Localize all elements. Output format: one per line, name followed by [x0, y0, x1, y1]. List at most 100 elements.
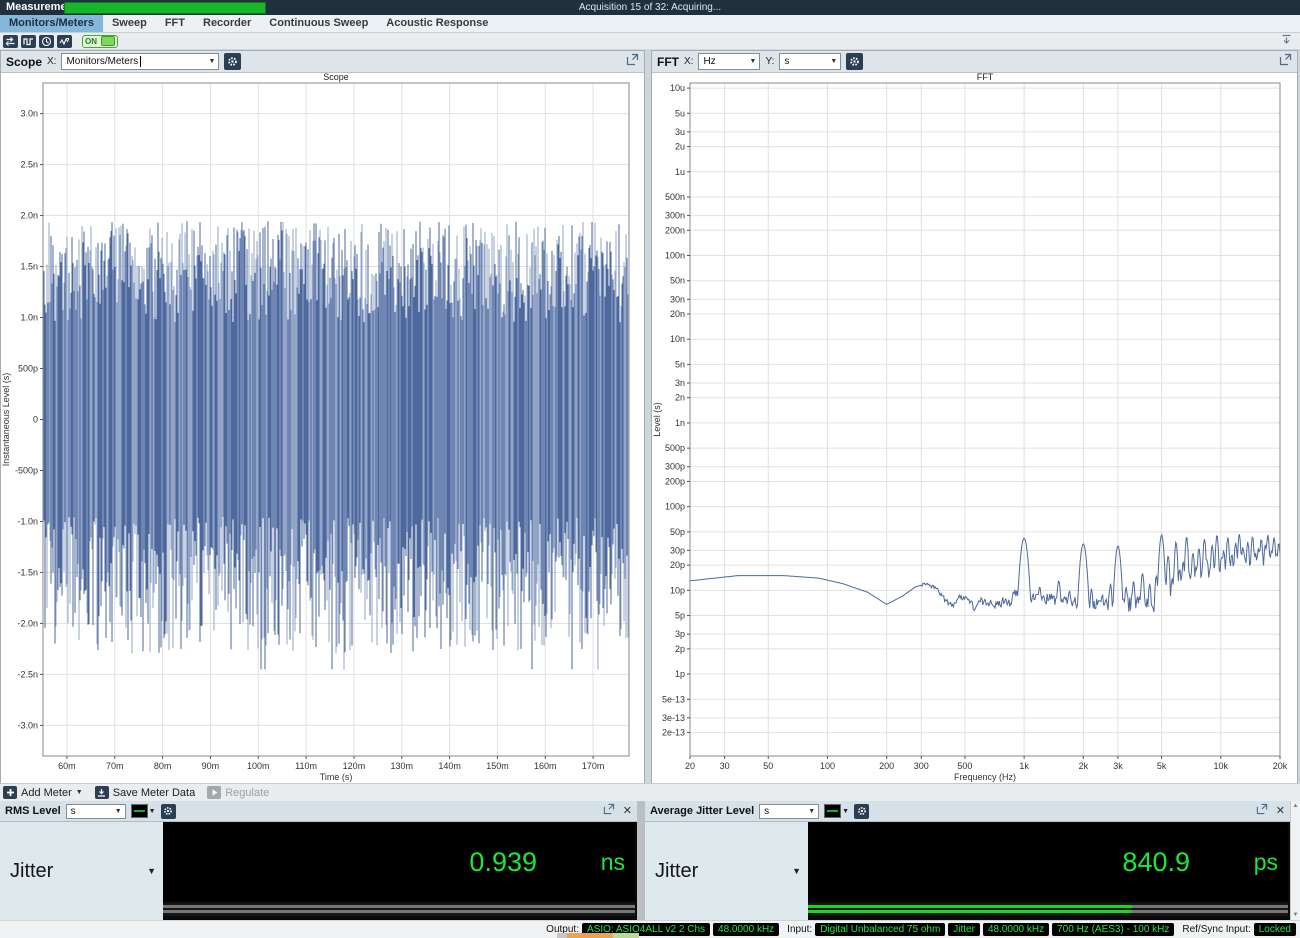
scope-popout-icon[interactable] — [626, 53, 639, 71]
fft-x-axis-label: X: — [684, 56, 693, 67]
chevron-down-icon: ▼ — [111, 808, 122, 815]
svg-text:3e-13: 3e-13 — [662, 713, 685, 723]
clock-icon[interactable] — [39, 35, 54, 48]
svg-text:500: 500 — [957, 761, 972, 771]
svg-text:500n: 500n — [665, 192, 685, 202]
fft-chart[interactable]: FFT10u5u3u2u1u500n300n200n100n50n30n20n1… — [652, 73, 1297, 784]
svg-text:2.5n: 2.5n — [20, 160, 38, 170]
rms-settings-gear-icon[interactable] — [161, 804, 176, 819]
rms-popout-icon[interactable] — [603, 802, 615, 820]
fft-settings-gear-icon[interactable] — [846, 53, 863, 70]
svg-text:300: 300 — [914, 761, 929, 771]
svg-text:10n: 10n — [670, 334, 685, 344]
monitors-on-toggle[interactable]: ON — [82, 35, 118, 48]
rms-channel-selector[interactable]: Jitter ▼ — [0, 822, 163, 920]
chevron-down-icon: ▼ — [147, 866, 156, 876]
jitter-popout-icon[interactable] — [1256, 802, 1268, 820]
status-badge-700-hz-aes3-100-khz[interactable]: 700 Hz (AES3) - 100 kHz — [1052, 923, 1174, 936]
status-badge-locked[interactable]: Locked — [1254, 923, 1296, 936]
save-meter-data-label: Save Meter Data — [113, 787, 196, 799]
rms-meter-title: RMS Level — [5, 805, 61, 817]
chevron-down-icon: ▼ — [804, 808, 815, 815]
fft-panel-header: FFT X: Hz ▼ Y: s ▼ — [652, 51, 1297, 73]
status-badge-digital-unbalanced-75-ohm[interactable]: Digital Unbalanced 75 ohm — [815, 923, 945, 936]
chart-workspace: Scope X: Monitors/Meters ▼ Scope3.0n2.5n… — [0, 50, 1300, 783]
svg-text:10u: 10u — [670, 83, 685, 93]
add-meter-button[interactable]: Add Meter ▼ — [3, 786, 83, 799]
fft-y-units-combobox[interactable]: s ▼ — [779, 53, 841, 70]
meters-scrollbar[interactable]: ▲ ▼ — [1290, 801, 1300, 920]
jitter-close-icon[interactable]: ✕ — [1276, 806, 1285, 817]
rms-units-combobox[interactable]: s ▼ — [66, 804, 126, 819]
jitter-display-style-button[interactable]: ▼ — [824, 804, 849, 818]
text-caret — [140, 56, 141, 67]
svg-text:5n: 5n — [675, 359, 685, 369]
jitter-units-combobox[interactable]: s ▼ — [759, 804, 819, 819]
tab-monitors-meters[interactable]: Monitors/Meters — [0, 15, 103, 32]
tab-recorder[interactable]: Recorder — [194, 15, 260, 32]
svg-text:0: 0 — [33, 415, 38, 425]
svg-text:5e-13: 5e-13 — [662, 694, 685, 704]
fft-x-units-combobox[interactable]: Hz ▼ — [698, 53, 760, 70]
regulate-button[interactable]: Regulate — [207, 786, 269, 799]
meter-display-icon — [131, 804, 148, 818]
svg-text:3n: 3n — [675, 378, 685, 388]
scope-chart[interactable]: Scope3.0n2.5n2.0n1.5n1.0n500p0-500p-1.0n… — [1, 73, 644, 784]
plus-icon — [3, 786, 17, 799]
pin-panel-icon[interactable] — [1281, 32, 1292, 50]
chevron-down-icon: ▼ — [842, 808, 849, 815]
svg-text:2.0n: 2.0n — [20, 211, 38, 221]
svg-text:-500p: -500p — [15, 465, 38, 475]
fft-y-units-value: s — [784, 56, 789, 67]
status-badge-48-0000-khz[interactable]: 48.0000 kHz — [713, 923, 779, 936]
svg-text:-2.0n: -2.0n — [17, 618, 38, 628]
jitter-value-display: 840.9 ps — [808, 823, 1288, 901]
tab-acoustic-response[interactable]: Acoustic Response — [377, 15, 497, 32]
jitter-channel-selector[interactable]: Jitter ▼ — [645, 822, 808, 920]
svg-text:-2.5n: -2.5n — [17, 669, 38, 679]
jitter-unit: ps — [1190, 849, 1288, 876]
tab-sweep[interactable]: Sweep — [103, 15, 156, 32]
jitter-level-bar — [808, 903, 1288, 916]
status-badge-jitter[interactable]: Jitter — [948, 923, 980, 936]
tab-continuous-sweep[interactable]: Continuous Sweep — [260, 15, 377, 32]
svg-text:FFT: FFT — [977, 73, 994, 82]
svg-text:5k: 5k — [1157, 761, 1167, 771]
rms-close-icon[interactable]: ✕ — [623, 806, 632, 817]
tab-fft[interactable]: FFT — [156, 15, 194, 32]
svg-text:50n: 50n — [670, 276, 685, 286]
svg-text:-1.5n: -1.5n — [17, 567, 38, 577]
on-toggle-knob — [101, 36, 115, 46]
svg-text:150m: 150m — [486, 761, 509, 771]
scope-chart-area: Scope3.0n2.5n2.0n1.5n1.0n500p0-500p-1.0n… — [1, 73, 644, 789]
io-routing-icon[interactable] — [3, 35, 18, 48]
scroll-up-icon[interactable]: ▲ — [1293, 803, 1299, 809]
svg-text:1k: 1k — [1019, 761, 1029, 771]
jitter-channel-name: Jitter — [645, 860, 698, 883]
svg-text:-3.0n: -3.0n — [17, 720, 38, 730]
scope-x-source-combobox[interactable]: Monitors/Meters ▼ — [61, 53, 219, 70]
svg-text:200n: 200n — [665, 225, 685, 235]
svg-text:90m: 90m — [202, 761, 220, 771]
rms-display-style-button[interactable]: ▼ — [131, 804, 156, 818]
svg-text:130m: 130m — [391, 761, 414, 771]
waveform-monitor-icon[interactable] — [57, 35, 72, 48]
jitter-meter-title: Average Jitter Level — [650, 805, 754, 817]
square-wave-icon[interactable] — [21, 35, 36, 48]
svg-text:60m: 60m — [58, 761, 76, 771]
svg-text:20k: 20k — [1273, 761, 1288, 771]
svg-text:2n: 2n — [675, 393, 685, 403]
scope-settings-gear-icon[interactable] — [224, 53, 241, 70]
jitter-settings-gear-icon[interactable] — [854, 804, 869, 819]
svg-text:Level (s): Level (s) — [652, 402, 662, 437]
meter-toolbar: Add Meter ▼ Save Meter Data Regulate — [0, 783, 1300, 801]
scroll-down-icon[interactable]: ▼ — [1293, 912, 1299, 918]
status-badge-48-0000-khz[interactable]: 48.0000 kHz — [983, 923, 1049, 936]
svg-text:3p: 3p — [675, 629, 685, 639]
status-label-ref-sync-input: Ref/Sync Input: — [1182, 924, 1250, 935]
rms-units-value: s — [71, 806, 76, 817]
save-meter-data-button[interactable]: Save Meter Data — [95, 786, 196, 799]
rms-meter-body: Jitter ▼ 0.939 ns — [0, 822, 637, 920]
scope-panel-title: Scope — [6, 55, 42, 69]
fft-popout-icon[interactable] — [1279, 53, 1292, 71]
